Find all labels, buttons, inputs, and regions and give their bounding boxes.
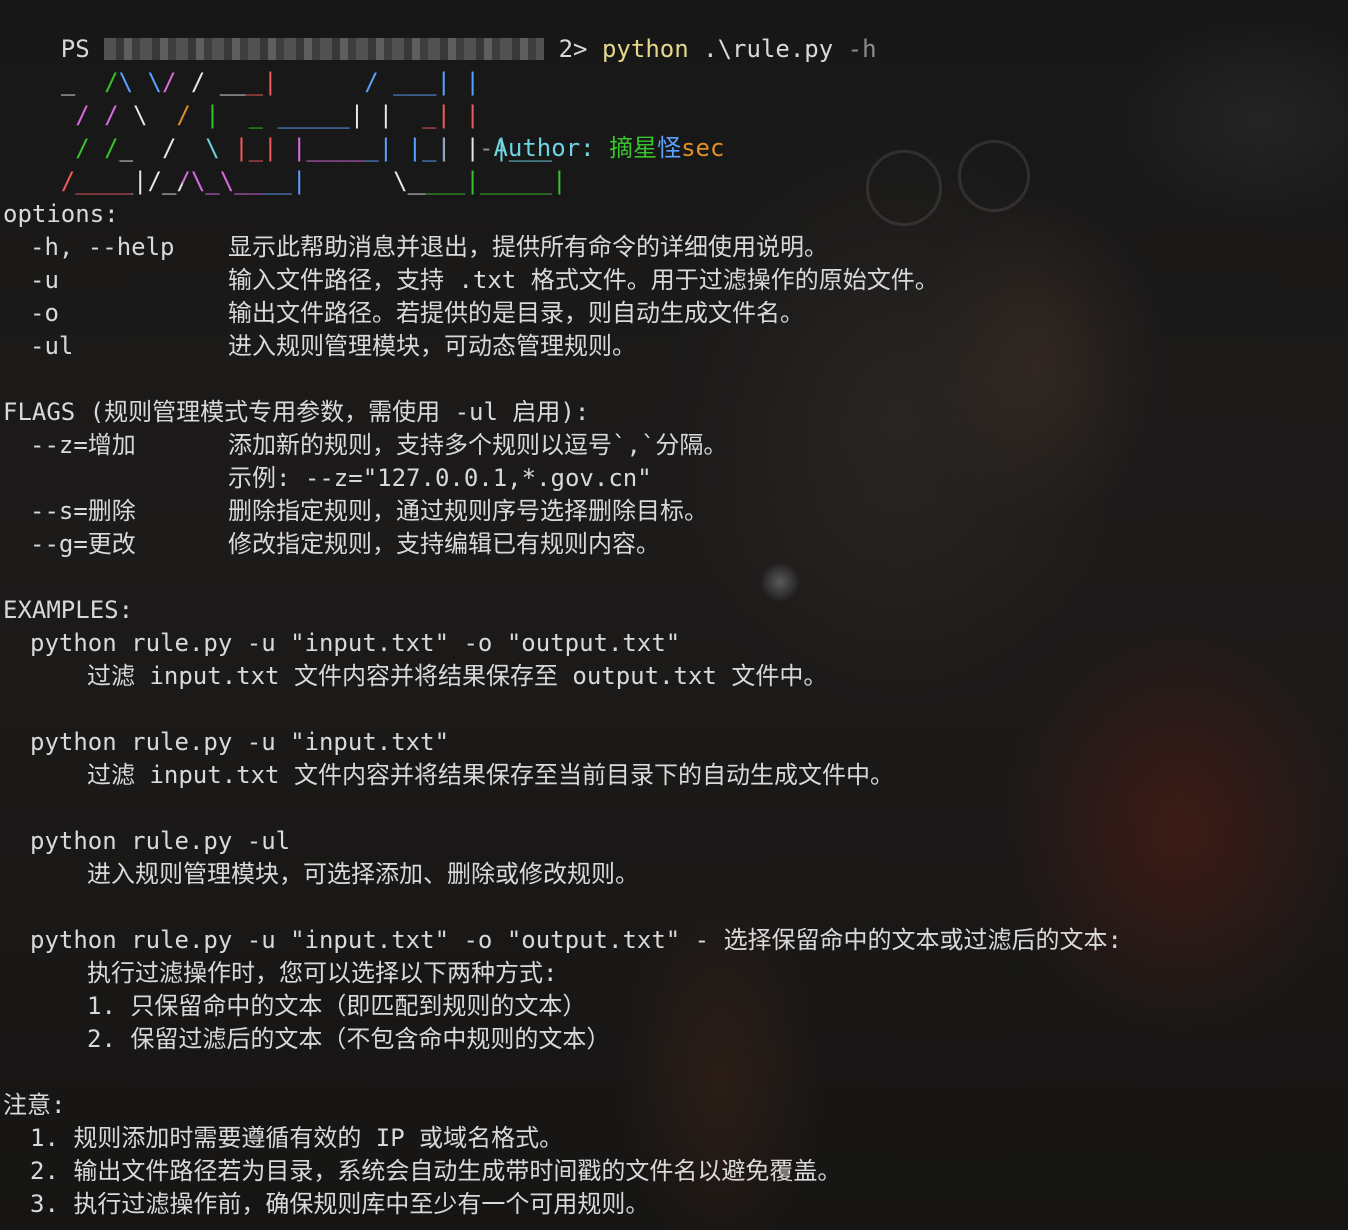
banner-line-1: _ /\ \/ / ___| / ___| | — [3, 33, 1343, 96]
example-option: 1. 只保留命中的文本（即匹配到规则的文本） — [3, 990, 1343, 1023]
option-flag: -o — [30, 299, 59, 327]
options-heading: options: — [3, 198, 1343, 231]
note-item-text: 1. 规则添加时需要遵循有效的 IP 或域名格式。 — [30, 1124, 564, 1152]
author-name-suffix: sec — [681, 134, 725, 162]
option-desc: 进入规则管理模块，可动态管理规则。 — [228, 332, 636, 360]
prompt-line: PS 2> python .\rule.py -h — [3, 0, 1343, 63]
notes-heading-text: 注意: — [3, 1091, 66, 1119]
flag-name: --g=更改 — [30, 530, 136, 558]
note-item: 1. 规则添加时需要遵循有效的 IP 或域名格式。 — [3, 1122, 1343, 1155]
flag-name: --z=增加 — [30, 431, 136, 459]
option-row: -u 输入文件路径，支持 .txt 格式文件。用于过滤操作的原始文件。 — [3, 264, 1343, 297]
author-name-char-2: 星 — [633, 134, 658, 162]
note-item-text: 3. 执行过滤操作前，确保规则库中至少有一个可用规则。 — [30, 1190, 650, 1218]
example-command: python rule.py -u "input.txt" — [3, 726, 1343, 759]
option-flag: -h, --help — [30, 233, 175, 261]
notes-heading: 注意: — [3, 1089, 1343, 1122]
example-command-text: python rule.py -u "input.txt" — [30, 728, 450, 756]
example-description-text: 过滤 input.txt 文件内容并将结果保存至 output.txt 文件中。 — [87, 662, 828, 690]
example-description-text: 过滤 input.txt 文件内容并将结果保存至当前目录下的自动生成文件中。 — [87, 761, 894, 789]
example-description: 执行过滤操作时，您可以选择以下两种方式: — [3, 957, 1343, 990]
note-item-text: 2. 输出文件路径若为目录，系统会自动生成带时间戳的文件名以避免覆盖。 — [30, 1157, 842, 1185]
flag-desc: 删除指定规则，通过规则序号选择删除目标。 — [228, 497, 708, 525]
author-prefix: - — [479, 134, 494, 162]
option-flag: -ul — [30, 332, 74, 360]
flag-row: --g=更改 修改指定规则，支持编辑已有规则内容。 — [3, 528, 1343, 561]
flag-name: --s=删除 — [30, 497, 136, 525]
flag-desc: 添加新的规则，支持多个规则以逗号`,`分隔。 — [228, 431, 728, 459]
example-description: 进入规则管理模块，可选择添加、删除或修改规则。 — [3, 858, 1343, 891]
author-credit: -Author: 摘星怪sec — [479, 132, 724, 165]
flag-row: --s=删除 删除指定规则，通过规则序号选择删除目标。 — [3, 495, 1343, 528]
example-description-text: 执行过滤操作时，您可以选择以下两种方式: — [87, 959, 558, 987]
examples-heading: EXAMPLES: — [3, 594, 1343, 627]
note-item: 3. 执行过滤操作前，确保规则库中至少有一个可用规则。 — [3, 1188, 1343, 1221]
author-name-char-1: 摘 — [609, 134, 634, 162]
example-command-text: python rule.py -u "input.txt" -o "output… — [30, 926, 1123, 954]
example-description: 过滤 input.txt 文件内容并将结果保存至当前目录下的自动生成文件中。 — [3, 759, 1343, 792]
example-command: python rule.py -ul — [3, 825, 1343, 858]
option-desc: 显示此帮助消息并退出，提供所有命令的详细使用说明。 — [228, 233, 828, 261]
option-row: -h, --help 显示此帮助消息并退出，提供所有命令的详细使用说明。 — [3, 231, 1343, 264]
author-name-char-3: 怪 — [657, 134, 682, 162]
example-option-text: 2. 保留过滤后的文本（不包含命中规则的文本） — [87, 1025, 611, 1053]
flag-example: 示例: --z="127.0.0.1,*.gov.cn" — [228, 464, 652, 492]
option-row: -o 输出文件路径。若提供的是目录，则自动生成文件名。 — [3, 297, 1343, 330]
option-desc: 输入文件路径，支持 .txt 格式文件。用于过滤操作的原始文件。 — [228, 266, 939, 294]
option-row: -ul 进入规则管理模块，可动态管理规则。 — [3, 330, 1343, 363]
flags-heading: FLAGS (规则管理模式专用参数，需使用 -ul 启用): — [3, 396, 1343, 429]
example-command: python rule.py -u "input.txt" -o "output… — [3, 924, 1343, 957]
example-description-text: 进入规则管理模块，可选择添加、删除或修改规则。 — [87, 860, 639, 888]
flag-row: --z=增加 添加新的规则，支持多个规则以逗号`,`分隔。 — [3, 429, 1343, 462]
options-heading-text: options: — [3, 200, 119, 228]
flags-heading-text: FLAGS (规则管理模式专用参数，需使用 -ul 启用): — [3, 398, 590, 426]
example-command: python rule.py -u "input.txt" -o "output… — [3, 627, 1343, 660]
note-item: 2. 输出文件路径若为目录，系统会自动生成带时间戳的文件名以避免覆盖。 — [3, 1155, 1343, 1188]
flag-row: 示例: --z="127.0.0.1,*.gov.cn" — [3, 462, 1343, 495]
example-description: 过滤 input.txt 文件内容并将结果保存至 output.txt 文件中。 — [3, 660, 1343, 693]
author-label: Author: — [493, 134, 595, 162]
flag-desc: 修改指定规则，支持编辑已有规则内容。 — [228, 530, 660, 558]
banner-line-2: / / \ / | _ _____| | _| | — [3, 66, 1343, 129]
example-option: 2. 保留过滤后的文本（不包含命中规则的文本） — [3, 1023, 1343, 1056]
examples-heading-text: EXAMPLES: — [3, 596, 134, 624]
option-flag: -u — [30, 266, 59, 294]
example-command-text: python rule.py -u "input.txt" -o "output… — [30, 629, 681, 657]
terminal-output[interactable]: PS 2> python .\rule.py -h _ /\ \/ / ___|… — [3, 0, 1343, 1221]
banner-line-3: / /_ / \ |_| |_____| |_| | |___ — [3, 99, 1343, 162]
example-option-text: 1. 只保留命中的文本（即匹配到规则的文本） — [87, 992, 587, 1020]
option-desc: 输出文件路径。若提供的是目录，则自动生成文件名。 — [228, 299, 804, 327]
example-command-text: python rule.py -ul — [30, 827, 291, 855]
banner-line-4: /____|/_/\_\____| \____|_____| -Author: 摘… — [3, 132, 1343, 195]
